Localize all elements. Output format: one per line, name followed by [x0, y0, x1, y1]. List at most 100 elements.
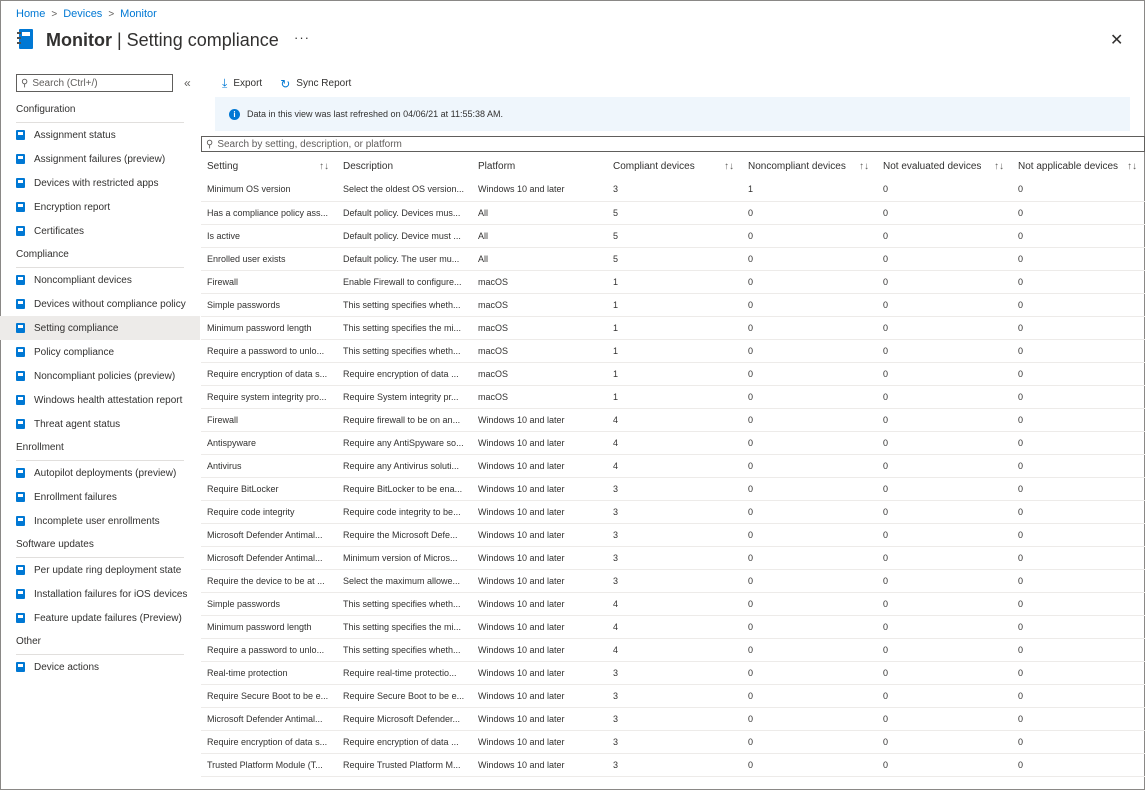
breadcrumb-home[interactable]: Home	[16, 8, 45, 20]
sidebar-item-device-actions[interactable]: Device actions	[0, 655, 200, 679]
table-cell: 3	[607, 178, 742, 202]
table-row[interactable]: Microsoft Defender Antimal... Minimum ver…	[201, 546, 1145, 570]
sort-icon[interactable]: ↑↓	[994, 161, 1004, 172]
column-header[interactable]: Not applicable devices ↑↓	[1012, 155, 1145, 178]
sidebar-item-certificates[interactable]: Certificates	[0, 219, 200, 243]
breadcrumb-devices[interactable]: Devices	[63, 8, 102, 20]
sidebar-item-feature-update-failures-preview[interactable]: Feature update failures (Preview)	[0, 606, 200, 630]
table-row[interactable]: Microsoft Defender Antimal... Require Mic…	[201, 707, 1145, 731]
table-cell: 0	[1012, 684, 1145, 708]
export-button[interactable]: ⤓ Export	[222, 76, 262, 91]
table-cell: Require real-time protectio...	[337, 661, 472, 685]
table-row[interactable]: Microsoft Defender Antimal... Require the…	[201, 523, 1145, 547]
sidebar-item-per-update-ring-deployment-state[interactable]: Per update ring deployment state	[0, 558, 200, 582]
sidebar-item-encryption-report[interactable]: Encryption report	[0, 195, 200, 219]
sidebar-item-enrollment-failures[interactable]: Enrollment failures	[0, 485, 200, 509]
table-cell: Default policy. The user mu...	[337, 247, 472, 271]
table-cell: Windows 10 and later	[472, 684, 607, 708]
table-cell: Antivirus	[201, 454, 337, 478]
table-cell: 0	[742, 408, 877, 432]
sidebar-item-policy-compliance[interactable]: Policy compliance	[0, 340, 200, 364]
table-row[interactable]: Firewall Enable Firewall to configure... m…	[201, 270, 1145, 294]
column-header[interactable]: Compliant devices ↑↓	[607, 155, 742, 178]
table-row[interactable]: Simple passwords This setting specifies w…	[201, 293, 1145, 317]
table-row[interactable]: Require the device to be at ... Select th…	[201, 569, 1145, 593]
table-cell: macOS	[472, 385, 607, 409]
sync-report-button[interactable]: ↻ Sync Report	[280, 76, 351, 91]
sidebar-item-label: Devices with restricted apps	[34, 177, 159, 189]
table-row[interactable]: Minimum password length This setting spec…	[201, 316, 1145, 340]
sidebar-item-noncompliant-policies-preview[interactable]: Noncompliant policies (preview)	[0, 364, 200, 388]
table-search-input[interactable]: ⚲ Search by setting, description, or pla…	[201, 136, 1145, 152]
table-row[interactable]: Trusted Platform Module (T... Require Tru…	[201, 753, 1145, 777]
sidebar-item-setting-compliance[interactable]: Setting compliance	[0, 316, 200, 340]
table-row[interactable]: Require encryption of data s... Require e…	[201, 362, 1145, 386]
table-cell: Require code integrity	[201, 500, 337, 524]
report-icon	[16, 516, 25, 526]
table-cell: Require the Microsoft Defe...	[337, 523, 472, 547]
close-icon[interactable]: ✕	[1110, 30, 1123, 50]
breadcrumb-monitor[interactable]: Monitor	[120, 8, 157, 20]
table-row[interactable]: Minimum password length This setting spec…	[201, 615, 1145, 639]
sort-icon[interactable]: ↑↓	[724, 161, 734, 172]
table-row[interactable]: Require a password to unlo... This settin…	[201, 638, 1145, 662]
table-cell: 0	[1012, 224, 1145, 248]
sort-icon[interactable]: ↑↓	[1127, 161, 1137, 172]
table-cell: Require Secure Boot to be e...	[201, 684, 337, 708]
sidebar-search-input[interactable]: ⚲ Search (Ctrl+/)	[16, 74, 173, 92]
sidebar-item-devices-without-compliance-policy[interactable]: Devices without compliance policy	[0, 292, 200, 316]
sidebar-section-title: Software updates	[16, 539, 94, 550]
table-row[interactable]: Require BitLocker Require BitLocker to be…	[201, 477, 1145, 501]
report-icon	[16, 347, 25, 357]
table-cell: 1	[607, 316, 742, 340]
table-cell: 0	[1012, 753, 1145, 777]
table-cell: Firewall	[201, 270, 337, 294]
sidebar-item-devices-with-restricted-apps[interactable]: Devices with restricted apps	[0, 171, 200, 195]
more-options-icon[interactable]: ···	[294, 30, 310, 45]
sidebar-item-noncompliant-devices[interactable]: Noncompliant devices	[0, 268, 200, 292]
collapse-sidebar-icon[interactable]: «	[184, 76, 191, 90]
table-row[interactable]: Simple passwords This setting specifies w…	[201, 592, 1145, 616]
table-cell: 0	[1012, 408, 1145, 432]
table-row[interactable]: Require code integrity Require code integ…	[201, 500, 1145, 524]
table-row[interactable]: Antivirus Require any Antivirus soluti...…	[201, 454, 1145, 478]
sidebar-item-label: Installation failures for iOS devices	[34, 588, 188, 600]
sidebar-item-installation-failures-for-ios-devices[interactable]: Installation failures for iOS devices	[0, 582, 200, 606]
table-row[interactable]: Minimum OS version Select the oldest OS v…	[201, 178, 1145, 202]
sort-icon[interactable]: ↑↓	[319, 161, 329, 172]
table-row[interactable]: Require Secure Boot to be e... Require Se…	[201, 684, 1145, 708]
table-cell: This setting specifies wheth...	[337, 592, 472, 616]
column-header[interactable]: Setting ↑↓	[201, 155, 337, 178]
table-header-row: Setting ↑↓ Description Platform Compliant de…	[201, 155, 1145, 178]
table-row[interactable]: Require a password to unlo... This settin…	[201, 339, 1145, 363]
table-row[interactable]: Require system integrity pro... Require S…	[201, 385, 1145, 409]
column-header[interactable]: Description	[337, 155, 472, 178]
table-cell: 0	[1012, 500, 1145, 524]
sidebar-item-incomplete-user-enrollments[interactable]: Incomplete user enrollments	[0, 509, 200, 533]
table-cell: Require the device to be at ...	[201, 569, 337, 593]
report-icon	[16, 492, 25, 502]
table-row[interactable]: Firewall Require firewall to be on an... W…	[201, 408, 1145, 432]
table-cell: 0	[877, 293, 1012, 317]
sort-icon[interactable]: ↑↓	[859, 161, 869, 172]
column-header[interactable]: Noncompliant devices ↑↓	[742, 155, 877, 178]
table-row[interactable]: Is active Default policy. Device must ...…	[201, 224, 1145, 248]
table-cell: Microsoft Defender Antimal...	[201, 546, 337, 570]
sidebar-item-threat-agent-status[interactable]: Threat agent status	[0, 412, 200, 436]
table-cell: 0	[742, 270, 877, 294]
table-row[interactable]: Real-time protection Require real-time pr…	[201, 661, 1145, 685]
table-cell: Require encryption of data ...	[337, 730, 472, 754]
table-row[interactable]: Has a compliance policy ass... Default po…	[201, 201, 1145, 225]
sidebar-item-autopilot-deployments-preview[interactable]: Autopilot deployments (preview)	[0, 461, 200, 485]
sidebar-item-assignment-failures-preview[interactable]: Assignment failures (preview)	[0, 147, 200, 171]
table-cell: 3	[607, 569, 742, 593]
sidebar-item-assignment-status[interactable]: Assignment status	[0, 123, 200, 147]
column-header[interactable]: Platform	[472, 155, 607, 178]
table-cell: Windows 10 and later	[472, 592, 607, 616]
table-cell: 0	[1012, 385, 1145, 409]
sidebar-item-windows-health-attestation-report[interactable]: Windows health attestation report	[0, 388, 200, 412]
column-header[interactable]: Not evaluated devices ↑↓	[877, 155, 1012, 178]
table-row[interactable]: Antispyware Require any AntiSpyware so...…	[201, 431, 1145, 455]
table-row[interactable]: Enrolled user exists Default policy. The …	[201, 247, 1145, 271]
table-row[interactable]: Require encryption of data s... Require e…	[201, 730, 1145, 754]
